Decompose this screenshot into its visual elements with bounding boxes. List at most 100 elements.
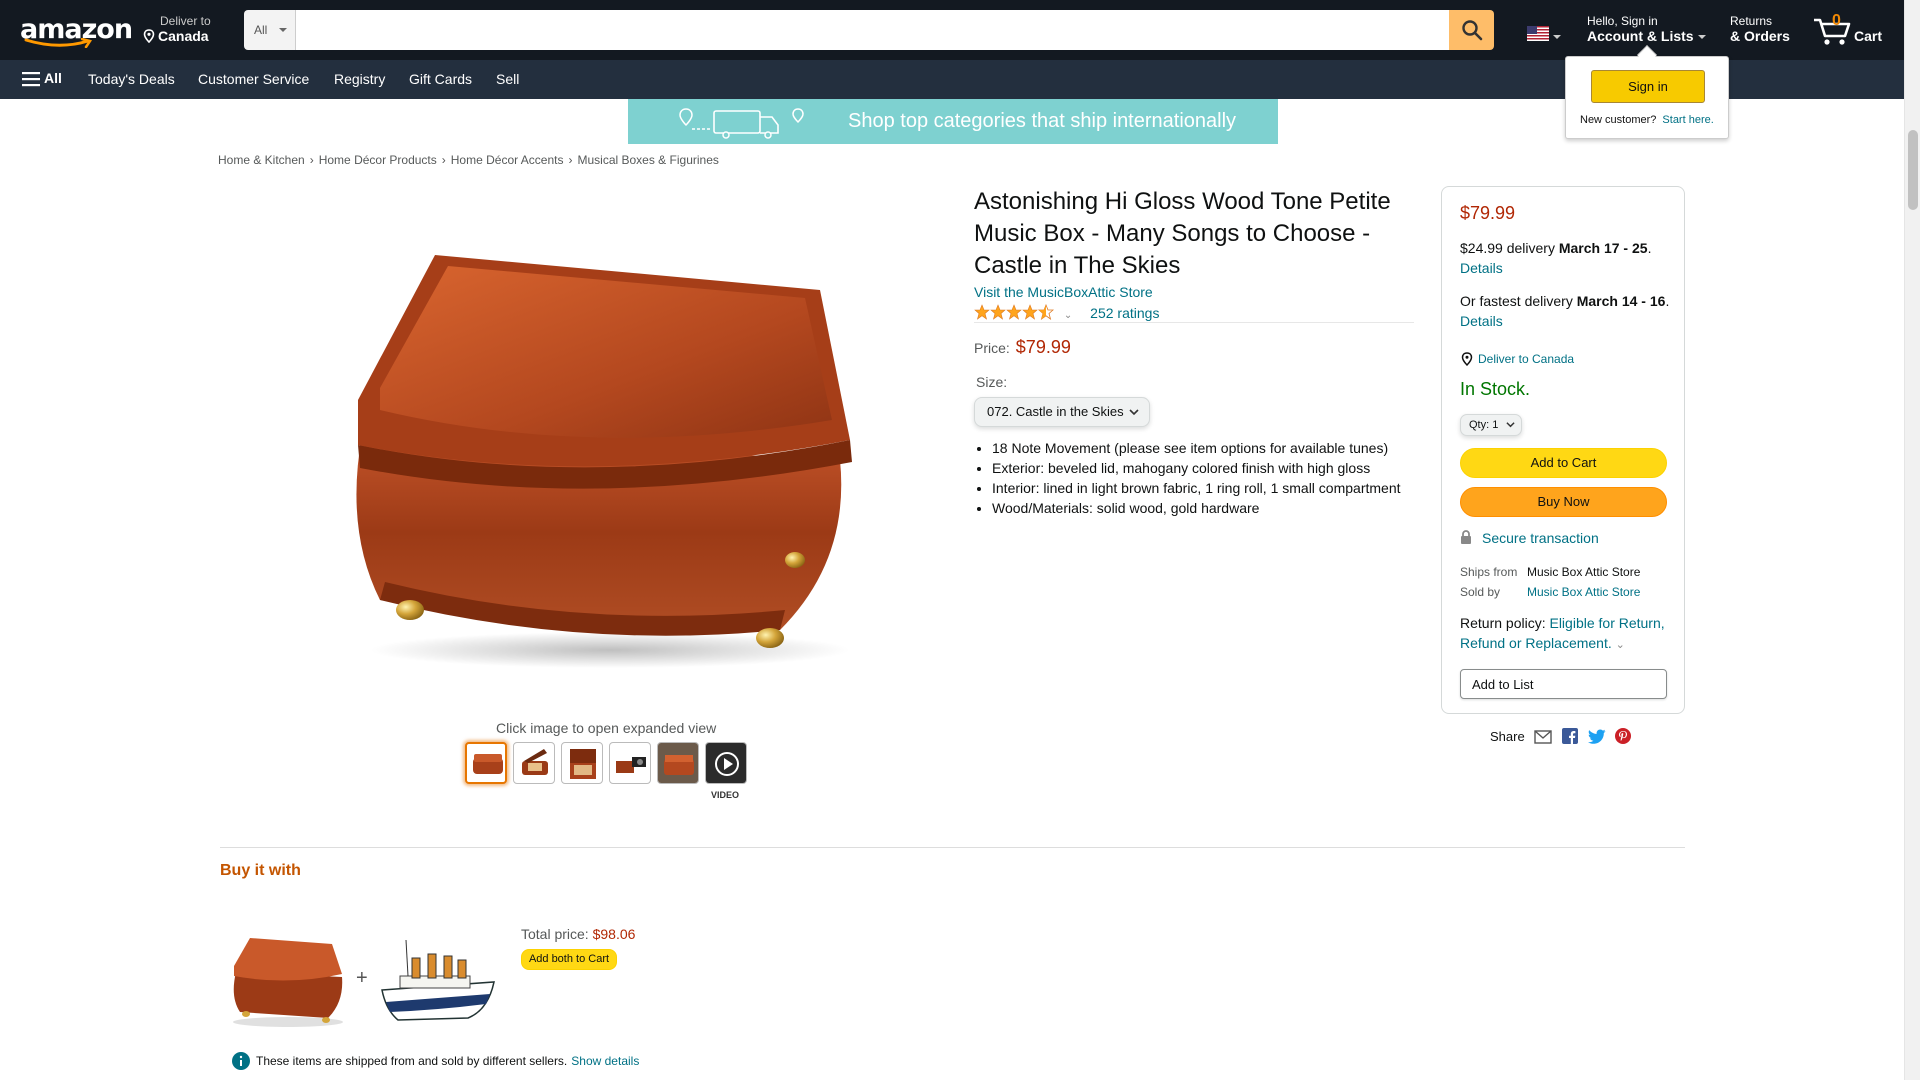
search-input[interactable] — [296, 10, 1449, 50]
deliver-line1: Deliver to — [160, 14, 211, 28]
price-value: $79.99 — [1015, 337, 1071, 357]
delivery-cost: $24.99 delivery — [1460, 240, 1555, 256]
share-label: Share — [1490, 729, 1525, 744]
search-button[interactable] — [1449, 10, 1494, 50]
breadcrumb-item[interactable]: Home Décor Products — [319, 153, 437, 167]
video-label: VIDEO — [711, 790, 740, 800]
buy-it-with-title: Buy it with — [220, 862, 301, 879]
language-caret-icon[interactable] — [1553, 35, 1561, 39]
deliver-to-link[interactable]: Deliver to Canada — [1460, 352, 1574, 367]
pinterest-icon[interactable] — [1615, 728, 1632, 744]
ratings-count-link[interactable]: 252 ratings — [1090, 305, 1159, 321]
share-row: Share — [1490, 728, 1632, 744]
expand-image-caption: Click image to open expanded view — [496, 720, 717, 736]
returns-line2: & Orders — [1730, 28, 1790, 44]
thumbnail-video[interactable] — [705, 742, 747, 784]
bundle-item-music-box-image[interactable] — [228, 932, 348, 1027]
ships-from-value: Music Box Attic Store — [1527, 565, 1641, 579]
twitter-icon[interactable] — [1587, 729, 1606, 744]
nav-registry[interactable]: Registry — [334, 71, 385, 87]
price-label: Price: — [974, 340, 1010, 356]
account-greeting: Hello, Sign in — [1587, 14, 1658, 28]
qty-label: Qty: — [1469, 419, 1490, 431]
breadcrumb-item[interactable]: Home & Kitchen — [218, 153, 305, 167]
breadcrumb: Home & Kitchen › Home Décor Products › Home … — [218, 153, 719, 167]
cart-label: Cart — [1854, 28, 1883, 44]
show-details-link[interactable]: Show details — [571, 1054, 639, 1068]
thumbnail-3[interactable] — [561, 742, 603, 784]
facebook-icon[interactable] — [1561, 728, 1578, 744]
thumbnail-5[interactable] — [657, 742, 699, 784]
thumbnail-1[interactable] — [465, 742, 507, 784]
nav-gift-cards[interactable]: Gift Cards — [409, 71, 472, 87]
start-here-link[interactable]: Start here. — [1662, 114, 1713, 126]
deliver-country: Canada — [158, 28, 209, 44]
chevron-down-icon — [279, 28, 287, 32]
chevron-down-icon[interactable]: ⌄ — [1064, 310, 1072, 321]
feature-bullet: Wood/Materials: solid wood, gold hardwar… — [992, 498, 1401, 518]
play-video-icon — [706, 743, 746, 783]
banner-text: Shop top categories that ship internatio… — [848, 110, 1237, 132]
store-link[interactable]: Visit the MusicBoxAttic Store — [974, 284, 1153, 300]
top-nav: amazon Deliver to Canada All Hello, Sign… — [0, 0, 1920, 60]
add-to-cart-button[interactable]: Add to Cart — [1460, 448, 1667, 478]
thumbnail-4[interactable] — [609, 742, 651, 784]
add-to-list-button[interactable]: Add to List — [1460, 669, 1667, 699]
nav-sell[interactable]: Sell — [496, 71, 519, 87]
us-flag-icon[interactable] — [1527, 26, 1549, 41]
search-category-dropdown[interactable]: All — [244, 10, 296, 50]
deliver-to[interactable]: Deliver to Canada — [142, 14, 211, 44]
delivery-info: $24.99 delivery March 17 - 25. Details — [1460, 240, 1652, 276]
buybox-price: $79.99 — [1460, 203, 1516, 223]
secure-transaction-link[interactable]: Secure transaction — [1482, 530, 1599, 546]
cart-button[interactable]: 0 Cart — [1812, 10, 1882, 50]
returns-orders[interactable]: Returns & Orders — [1730, 14, 1790, 44]
search-icon — [1461, 20, 1482, 41]
deliver-to-text[interactable]: Deliver to Canada — [1478, 352, 1574, 366]
star-rating-icon[interactable] — [974, 304, 1054, 320]
all-menu-button[interactable]: All — [22, 70, 62, 87]
signin-button[interactable]: Sign in — [1591, 70, 1705, 103]
chevron-down-icon — [1506, 422, 1515, 428]
product-title: Astonishing Hi Gloss Wood Tone Petite Mu… — [974, 188, 1391, 279]
fastest-delivery-text: Or fastest delivery — [1460, 293, 1573, 309]
nav-customer-service[interactable]: Customer Service — [198, 71, 309, 87]
buy-now-button[interactable]: Buy Now — [1460, 487, 1667, 517]
nav-todays-deals[interactable]: Today's Deals — [88, 71, 175, 87]
breadcrumb-item[interactable]: Home Décor Accents — [451, 153, 564, 167]
size-dropdown[interactable]: 072. Castle in the Skies — [974, 397, 1150, 427]
delivery-dates: March 17 - 25 — [1558, 240, 1648, 256]
stock-status: In Stock. — [1460, 379, 1531, 399]
email-icon[interactable] — [1534, 730, 1553, 744]
product-main-image[interactable] — [340, 230, 880, 670]
delivery-truck-icon — [679, 108, 804, 139]
price-row: Price: $79.99 — [974, 337, 1071, 358]
thumbnail-2[interactable] — [513, 742, 555, 784]
amazon-logo[interactable]: amazon — [20, 12, 133, 48]
add-both-to-cart-button[interactable]: Add both to Cart — [521, 949, 617, 970]
breadcrumb-item[interactable]: Musical Boxes & Figurines — [577, 153, 718, 167]
all-menu-label: All — [44, 70, 62, 86]
thumbnail-strip — [465, 742, 747, 784]
chevron-down-icon[interactable]: ⌄ — [1616, 639, 1625, 651]
fastest-details-link[interactable]: Details — [1460, 313, 1503, 329]
shipping-banner[interactable]: Shop top categories that ship internatio… — [628, 99, 1278, 144]
search-bar: All — [244, 10, 1494, 50]
thumbnail-image — [658, 743, 698, 783]
divider — [974, 322, 1414, 323]
search-category-label: All — [254, 23, 268, 37]
location-pin-icon — [143, 29, 155, 43]
fastest-delivery-dates: March 14 - 16 — [1576, 293, 1666, 309]
scrollbar-thumb[interactable] — [1908, 130, 1918, 210]
thumbnail-image — [570, 749, 596, 779]
bundle-item-ship-image[interactable] — [378, 940, 498, 1025]
page-scrollbar[interactable] — [1904, 0, 1920, 1080]
rating-row: ⌄ 252 ratings — [974, 304, 1159, 321]
delivery-details-link[interactable]: Details — [1460, 260, 1503, 276]
bundle-note-text: These items are shipped from and sold by… — [256, 1054, 568, 1068]
account-lists[interactable]: Hello, Sign in Account & Lists — [1587, 14, 1706, 44]
feature-bullet: 18 Note Movement (please see item option… — [992, 438, 1401, 458]
sold-by-link[interactable]: Music Box Attic Store — [1527, 585, 1640, 599]
feature-bullet: Exterior: beveled lid, mahogany colored … — [992, 458, 1401, 478]
quantity-dropdown[interactable]: Qty: 1 — [1460, 414, 1522, 436]
